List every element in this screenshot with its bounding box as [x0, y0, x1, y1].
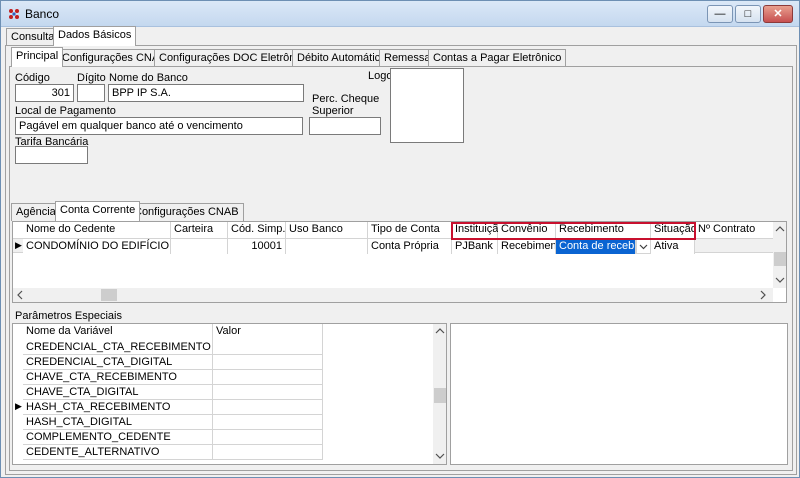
tab-configuracoes-doc[interactable]: Configurações DOC Eletrônico — [154, 49, 315, 67]
grid-horizontal-scrollbar[interactable] — [13, 288, 773, 302]
col-cod-simp[interactable]: Cód. Simp. — [228, 222, 286, 238]
recebimento-dropdown-button[interactable] — [636, 239, 651, 254]
chevron-left-icon[interactable] — [16, 290, 24, 300]
chevron-down-icon — [639, 244, 648, 250]
cell-variable-value[interactable] — [213, 355, 323, 370]
window-title: Banco — [25, 7, 60, 21]
maximize-button[interactable]: □ — [735, 5, 761, 23]
logo-image-box[interactable] — [390, 68, 464, 143]
chevron-up-icon[interactable] — [775, 225, 785, 233]
conta-corrente-grid: Nome do Cedente Carteira Cód. Simp. Uso … — [12, 221, 787, 303]
cell-variable-value[interactable] — [213, 400, 323, 415]
tab-agencia[interactable]: Agência — [11, 203, 61, 221]
row-marker-icon: ▶ — [15, 240, 22, 250]
cell-convenio[interactable]: Recebimento — [498, 239, 556, 254]
list-item[interactable]: ▶ HASH_CTA_RECEBIMENTO — [13, 400, 433, 415]
chevron-down-icon[interactable] — [775, 276, 785, 284]
cell-variable-value[interactable] — [213, 370, 323, 385]
params-vertical-scrollbar[interactable] — [433, 324, 446, 464]
local-pagamento-label: Local de Pagamento — [15, 105, 116, 117]
parametros-grid: Nome da Variável Valor CREDENCIAL_CTA_RE… — [12, 323, 447, 465]
col-nome-variavel[interactable]: Nome da Variável — [23, 324, 213, 340]
parametros-valor-editor[interactable] — [450, 323, 788, 465]
perc-cheque-label-2: Superior — [312, 105, 354, 117]
params-scroll-thumb[interactable] — [434, 388, 446, 403]
cell-carteira[interactable] — [171, 239, 228, 254]
minimize-button[interactable]: — — [707, 5, 733, 23]
cell-variable-value[interactable] — [213, 445, 323, 460]
tab-conta-corrente[interactable]: Conta Corrente — [55, 201, 141, 221]
cell-variable-name[interactable]: HASH_CTA_DIGITAL — [23, 415, 213, 430]
chevron-down-icon[interactable] — [435, 452, 445, 460]
horizontal-scroll-thumb[interactable] — [101, 289, 117, 301]
cell-nome-cedente[interactable]: CONDOMÍNIO DO EDIFÍCIO — [23, 239, 171, 254]
cell-variable-name[interactable]: CHAVE_CTA_RECEBIMENTO — [23, 370, 213, 385]
nome-banco-input[interactable]: BPP IP S.A. — [108, 84, 304, 102]
local-pagamento-input[interactable]: Pagável em qualquer banco até o vencimen… — [15, 117, 303, 135]
chevron-right-icon[interactable] — [759, 290, 767, 300]
list-item[interactable]: CEDENTE_ALTERNATIVO — [13, 445, 433, 460]
logo-label: Logo — [368, 70, 393, 82]
app-icon — [9, 9, 19, 19]
col-carteira[interactable]: Carteira — [171, 222, 228, 238]
highlight-box — [451, 222, 696, 240]
title-bar: Banco — □ ✕ — [1, 1, 799, 27]
cell-variable-value[interactable] — [213, 415, 323, 430]
close-button[interactable]: ✕ — [763, 5, 793, 23]
vertical-scroll-thumb[interactable] — [774, 252, 786, 266]
tab-remessa[interactable]: Remessa — [379, 49, 436, 67]
cell-variable-value[interactable] — [213, 340, 323, 355]
parametros-especiais-label: Parâmetros Especiais — [15, 310, 122, 322]
tab-configuracoes-cnab-lower[interactable]: Configurações CNAB — [129, 203, 244, 221]
cell-instituicao[interactable]: PJBank — [452, 239, 498, 254]
perc-cheque-label: Perc. Cheque — [312, 93, 380, 105]
list-item[interactable]: CREDENCIAL_CTA_DIGITAL — [13, 355, 433, 370]
nome-banco-label: Nome do Banco — [109, 72, 188, 84]
table-row[interactable]: ▶ CONDOMÍNIO DO EDIFÍCIO 10001 Conta Pró… — [13, 238, 773, 254]
list-item[interactable]: CREDENCIAL_CTA_RECEBIMENTO — [13, 340, 433, 355]
chevron-up-icon[interactable] — [435, 327, 445, 335]
tarifa-input[interactable] — [15, 146, 88, 164]
cell-uso-banco[interactable] — [286, 239, 368, 254]
cell-recebimento-select[interactable]: Conta de recebime — [556, 239, 636, 254]
list-item[interactable]: HASH_CTA_DIGITAL — [13, 415, 433, 430]
perc-cheque-input[interactable] — [309, 117, 381, 135]
list-item[interactable]: CHAVE_CTA_RECEBIMENTO — [13, 370, 433, 385]
col-valor[interactable]: Valor — [213, 324, 323, 340]
col-nome-cedente[interactable]: Nome do Cedente — [23, 222, 171, 238]
cell-cod-simp[interactable]: 10001 — [228, 239, 286, 254]
tab-contas-pagar[interactable]: Contas a Pagar Eletrônico — [428, 49, 567, 67]
cell-variable-name[interactable]: COMPLEMENTO_CEDENTE — [23, 430, 213, 445]
digito-input[interactable] — [77, 84, 105, 102]
digito-label: Dígito — [77, 72, 106, 84]
banco-window: Banco — □ ✕ Consulta Dados Básicos Princ… — [0, 0, 800, 478]
cell-variable-value[interactable] — [213, 430, 323, 445]
col-uso-banco[interactable]: Uso Banco — [286, 222, 368, 238]
codigo-label: Código — [15, 72, 50, 84]
tab-dados-basicos[interactable]: Dados Básicos — [53, 26, 137, 46]
grid-vertical-scrollbar[interactable] — [773, 222, 786, 288]
cell-variable-value[interactable] — [213, 385, 323, 400]
tab-consulta[interactable]: Consulta — [6, 28, 60, 46]
cell-tipo-conta[interactable]: Conta Própria — [368, 239, 452, 254]
cell-situacao[interactable]: Ativa — [651, 239, 695, 254]
cell-variable-name[interactable]: CREDENCIAL_CTA_RECEBIMENTO — [23, 340, 213, 355]
row-marker-icon: ▶ — [15, 401, 22, 411]
tab-principal[interactable]: Principal — [11, 47, 64, 67]
list-item[interactable]: CHAVE_CTA_DIGITAL — [13, 385, 433, 400]
col-tipo-conta[interactable]: Tipo de Conta — [368, 222, 452, 238]
cell-variable-name[interactable]: CREDENCIAL_CTA_DIGITAL — [23, 355, 213, 370]
list-item[interactable]: COMPLEMENTO_CEDENTE — [13, 430, 433, 445]
tab-debito-automatico[interactable]: Débito Automático — [292, 49, 392, 67]
cell-variable-name[interactable]: CHAVE_CTA_DIGITAL — [23, 385, 213, 400]
codigo-input[interactable]: 301 — [15, 84, 74, 102]
cell-variable-name[interactable]: HASH_CTA_RECEBIMENTO — [23, 400, 213, 415]
cell-variable-name[interactable]: CEDENTE_ALTERNATIVO — [23, 445, 213, 460]
col-numero-contrato[interactable]: Nº Contrato — [695, 222, 773, 238]
